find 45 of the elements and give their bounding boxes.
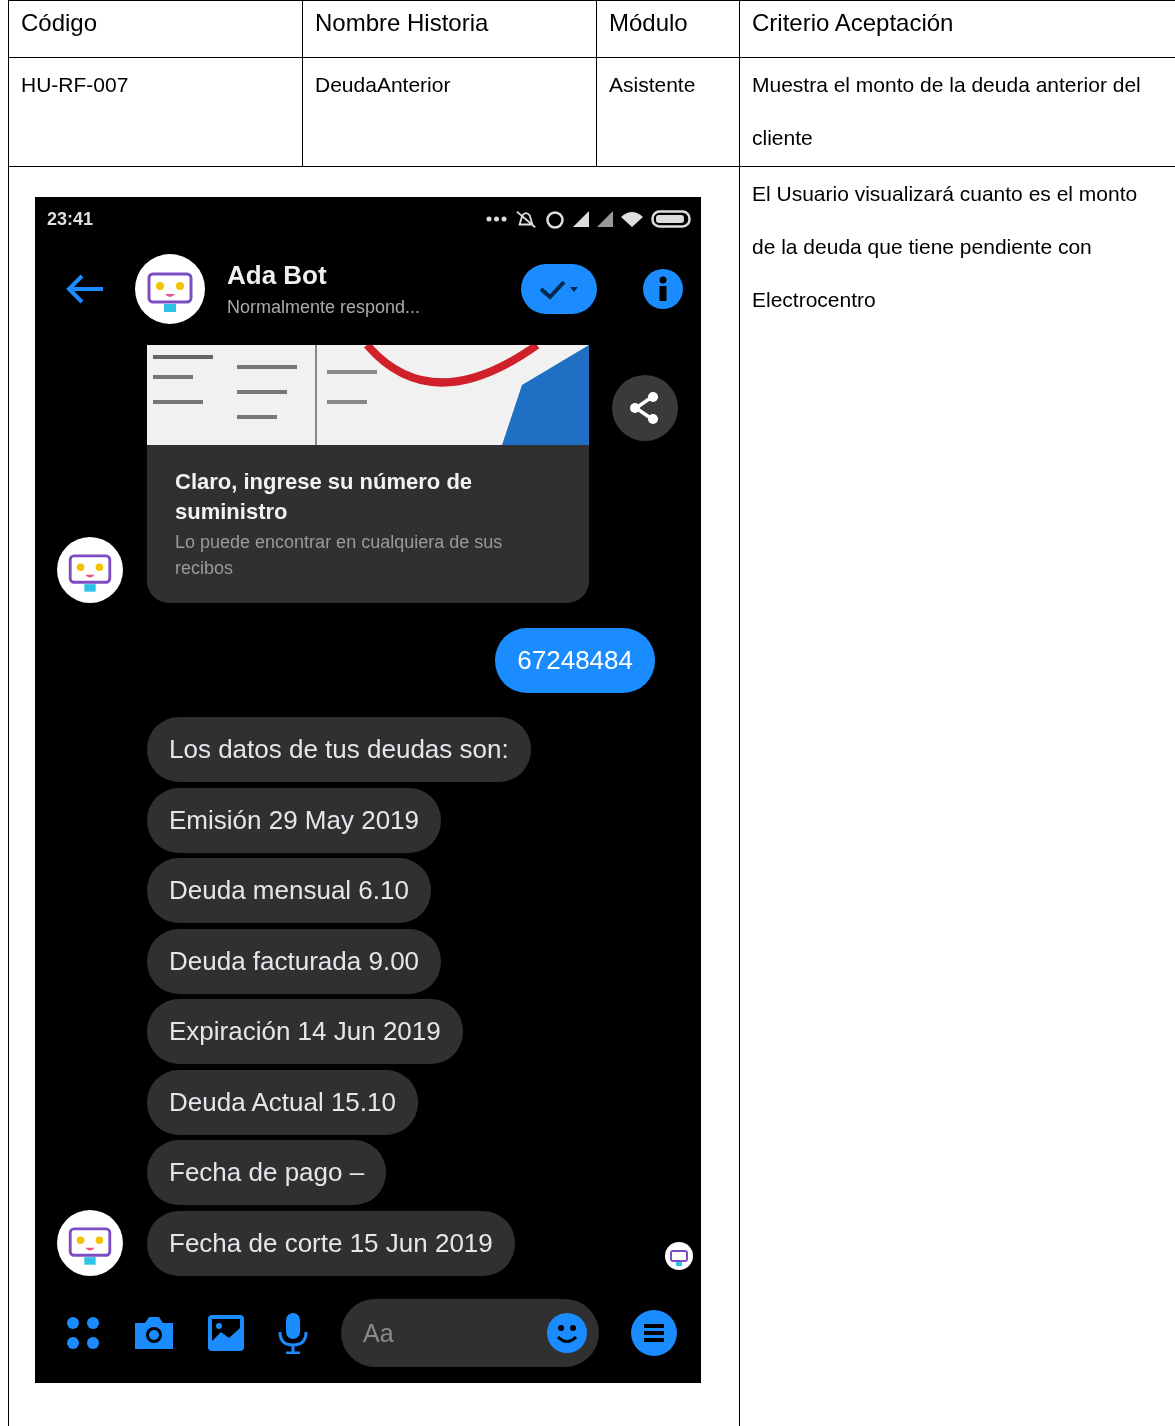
- signal-icon: [573, 211, 589, 227]
- muted-bell-icon: [515, 209, 537, 229]
- received-message: Emisión 29 May 2019: [147, 787, 442, 853]
- received-message: Fecha de pago –: [147, 1140, 387, 1205]
- share-icon[interactable]: [612, 375, 678, 441]
- image-icon[interactable]: [207, 1314, 245, 1352]
- received-message: Fecha de corte 15 Jun 2019: [147, 1210, 515, 1276]
- table-cell: HU-RF-007: [21, 73, 129, 96]
- message-input-field[interactable]: Aa: [361, 1317, 547, 1349]
- received-message: Deuda Actual 15.10: [147, 1069, 418, 1135]
- more-dots-icon: [486, 216, 507, 222]
- bot-avatar: [57, 537, 123, 603]
- signal-icon: [597, 211, 613, 227]
- column-header: Módulo: [609, 9, 688, 36]
- table-cell: Muestra el monto de la deuda anterior del cliente: [752, 73, 1141, 149]
- composer-field[interactable]: Aa: [341, 1299, 599, 1367]
- contact-status: Normalmente respond...: [227, 296, 422, 318]
- info-icon[interactable]: [643, 268, 683, 309]
- back-arrow-icon[interactable]: [65, 272, 105, 305]
- received-message: Los datos de tus deudas son:: [147, 717, 531, 782]
- emoji-icon[interactable]: [547, 1313, 587, 1353]
- check-dropdown-button[interactable]: [521, 263, 597, 314]
- contact-name: Ada Bot: [227, 259, 328, 291]
- column-header: Nombre Historia: [315, 9, 489, 36]
- microphone-icon[interactable]: [277, 1312, 309, 1354]
- table-cell: Asistente: [609, 73, 696, 96]
- description-text: El Usuario visualizará cuanto es el monto de la deuda que tiene pendiente con Electrocentro: [752, 182, 1138, 311]
- wifi-icon: [621, 211, 643, 227]
- bot-avatar: [57, 1209, 123, 1276]
- bot-avatar: [135, 253, 205, 324]
- received-message: Deuda facturada 9.00: [147, 928, 442, 994]
- status-time: 23:41: [47, 208, 94, 230]
- table-cell: DeudaAnterior: [315, 73, 451, 96]
- battery-icon: [651, 210, 691, 228]
- camera-icon[interactable]: [133, 1315, 175, 1351]
- seen-avatar-icon: [665, 1241, 693, 1270]
- column-header: Código: [21, 9, 98, 36]
- column-header: Criterio Aceptación: [752, 9, 954, 36]
- received-message: Expiración 14 Jun 2019: [147, 999, 463, 1064]
- sent-message: 67248484: [495, 628, 655, 693]
- apps-icon[interactable]: [65, 1315, 101, 1351]
- card-subtitle: Lo puede encontrar en cualquiera de sus recibos: [175, 531, 504, 580]
- received-message: Deuda mensual 6.10: [147, 858, 431, 923]
- card-title: Claro, ingrese su número de suministro: [175, 468, 474, 526]
- menu-icon[interactable]: [631, 1310, 677, 1356]
